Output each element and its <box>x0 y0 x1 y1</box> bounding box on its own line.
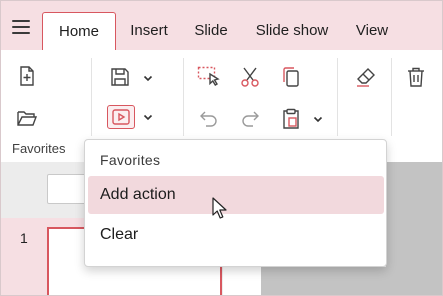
ribbon-divider <box>391 58 392 136</box>
cut-icon[interactable] <box>238 65 262 89</box>
save-icon[interactable] <box>108 65 132 89</box>
app-window: Home Insert Slide Slide show View Favori… <box>0 0 443 296</box>
slide-canvas[interactable] <box>223 267 261 295</box>
eraser-icon[interactable] <box>354 65 378 89</box>
ribbon-group-label: Favorites <box>12 141 66 156</box>
delete-icon[interactable] <box>404 65 428 89</box>
ribbon-tab-bar: Home Insert Slide Slide show View <box>1 1 442 50</box>
ribbon-divider <box>183 58 184 136</box>
redo-icon[interactable] <box>238 107 262 131</box>
paste-dropdown-chevron-icon[interactable] <box>312 113 324 125</box>
tab-slide-show[interactable]: Slide show <box>250 12 334 50</box>
ribbon-divider <box>91 58 92 136</box>
tab-home[interactable]: Home <box>42 12 116 50</box>
canvas-background <box>261 267 442 295</box>
undo-icon[interactable] <box>197 107 221 131</box>
tab-slide[interactable]: Slide <box>188 12 234 50</box>
canvas-background <box>386 162 442 267</box>
new-file-icon[interactable] <box>15 64 39 88</box>
play-slideshow-icon[interactable] <box>107 105 135 129</box>
tab-insert[interactable]: Insert <box>123 12 175 50</box>
menu-item-add-action[interactable]: Add action <box>88 176 384 214</box>
hamburger-menu-icon[interactable] <box>10 19 32 35</box>
open-folder-icon[interactable] <box>15 106 39 130</box>
ribbon-divider <box>337 58 338 136</box>
save-dropdown-chevron-icon[interactable] <box>142 72 154 84</box>
menu-item-clear[interactable]: Clear <box>88 216 384 254</box>
select-icon[interactable] <box>197 65 221 89</box>
favorites-dropdown-menu: Favorites Add action Clear <box>84 139 387 267</box>
tab-view[interactable]: View <box>349 12 395 50</box>
play-dropdown-chevron-icon[interactable] <box>142 111 154 123</box>
slide-number: 1 <box>20 230 28 246</box>
menu-header: Favorites <box>100 152 161 168</box>
paste-icon[interactable] <box>279 107 303 131</box>
copy-icon[interactable] <box>279 65 303 89</box>
